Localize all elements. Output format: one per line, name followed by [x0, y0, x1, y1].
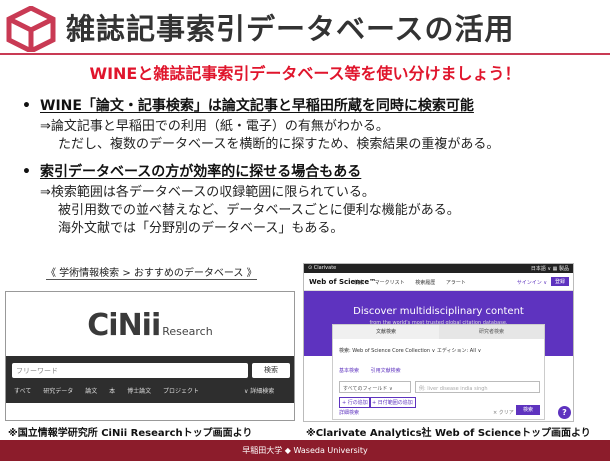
web-of-science-screenshot: ⊙ Clarivate 日本語 ∨ ▦ 製品 Web of Science™ 検…	[303, 263, 574, 422]
wos-search-card: 文献検索 研究者検索 検索: Web of Science Core Colle…	[332, 324, 545, 420]
cinii-tab-articles[interactable]: 論文	[85, 388, 97, 395]
wos-register-button[interactable]: 登録	[550, 277, 569, 286]
wos-advanced-search[interactable]: 詳細検索	[339, 409, 359, 416]
bullet-text: 索引データベースの方が効率的に探せる場合もある	[40, 164, 362, 180]
wos-nav-items: 検索 マークリスト 検索履歴 アラート	[354, 279, 475, 286]
wos-caption: ※Clarivate Analytics社 Web of Scienceトップ画…	[306, 428, 591, 439]
recommended-db-link[interactable]: 《 学術情報検索 > おすすめのデータベース 》	[46, 264, 257, 280]
cinii-search-bar: フリーワード 検索 すべて 研究データ 論文 本 博士論文 プロジェクト ∨ 詳…	[6, 356, 294, 403]
clarivate-logo: ⊙ Clarivate	[308, 265, 337, 271]
waseda-library-logo-icon	[6, 6, 56, 52]
bullet-wine: • WINE「論文・記事検索」は論文記事と早稲田所蔵を同時に検索可能	[22, 95, 474, 115]
cinii-tab-data[interactable]: 研究データ	[43, 388, 73, 395]
wos-search-subtabs: 基本検索 引用文献検索	[339, 367, 411, 374]
wos-add-date-button[interactable]: + 日付範囲の追加	[369, 397, 416, 408]
bullet-dot: •	[22, 164, 31, 180]
wos-subtab-basic[interactable]: 基本検索	[339, 368, 359, 374]
cinii-category-tabs: すべて 研究データ 論文 本 博士論文 プロジェクト	[14, 386, 209, 395]
bullet-wine-line-1: ⇒論文記事と早稲田での利用（紙・電子）の有無がわかる。	[40, 119, 389, 134]
wos-tab-documents[interactable]: 文献検索	[333, 325, 439, 339]
wos-add-row-button[interactable]: + 行の追加	[339, 397, 371, 408]
cinii-caption: ※国立情報学研究所 CiNii Researchトップ画面より	[8, 428, 253, 439]
wos-nav-alerts[interactable]: アラート	[446, 280, 466, 286]
cinii-advanced-search[interactable]: ∨ 詳細検索	[244, 386, 274, 395]
cinii-tab-dissertations[interactable]: 博士論文	[127, 388, 151, 395]
headline: WINEと雑誌記事索引データベース等を使い分けましょう！	[89, 64, 521, 83]
bullet-index-db: • 索引データベースの方が効率的に探せる場合もある	[22, 161, 361, 181]
cinii-tab-all[interactable]: すべて	[14, 388, 31, 395]
bullet-text: WINE「論文・記事検索」は論文記事と早稲田所蔵を同時に検索可能	[40, 98, 474, 114]
wos-signin[interactable]: サインイン ∨	[517, 279, 547, 286]
cinii-tab-books[interactable]: 本	[109, 388, 115, 395]
bullet-wine-line-2: ただし、複数のデータベースを横断的に探すため、検索結果の重複がある。	[58, 137, 500, 152]
wos-hero-title: Discover multidisciplinary content	[353, 306, 524, 317]
cinii-logo: CiNii	[87, 308, 161, 343]
wos-language-products[interactable]: 日本語 ∨ ▦ 製品	[531, 265, 569, 272]
wos-nav-history[interactable]: 検索履歴	[415, 280, 435, 286]
wos-field-select[interactable]: すべてのフィールド ∨	[339, 381, 411, 393]
wos-clear-button[interactable]: × クリア	[493, 409, 514, 416]
wos-nav: Web of Science™ 検索 マークリスト 検索履歴 アラート サインイ…	[304, 273, 573, 291]
slide-title: 雑誌記事索引データベースの活用	[66, 12, 515, 46]
cinii-tab-projects[interactable]: プロジェクト	[163, 388, 199, 395]
cinii-logo-sub: Research	[162, 325, 213, 338]
cinii-search-input[interactable]: フリーワード	[12, 363, 248, 378]
title-divider	[0, 53, 610, 55]
wos-database-select[interactable]: 検索: Web of Science Core Collection ∨ エディ…	[339, 347, 481, 354]
footer: 早稲田大学 ◆ Waseda University	[0, 440, 610, 461]
wos-tab-researchers[interactable]: 研究者検索	[439, 325, 544, 339]
bullet-dot: •	[22, 98, 31, 114]
wos-query-input[interactable]: 例: liver disease india singh	[415, 381, 540, 393]
wos-subtab-cited[interactable]: 引用文献検索	[371, 368, 401, 374]
wos-top-bar: ⊙ Clarivate 日本語 ∨ ▦ 製品	[304, 264, 573, 273]
bullet-index-db-line-3: 海外文献では「分野別のデータベース」もある。	[58, 221, 344, 236]
bullet-index-db-line-1: ⇒検索範囲は各データベースの収録範囲に限られている。	[40, 185, 375, 200]
help-icon[interactable]: ?	[558, 406, 571, 419]
cinii-logo-area: CiNii Research	[6, 292, 294, 356]
wos-nav-marked-list[interactable]: マークリスト	[375, 280, 405, 286]
wos-nav-search[interactable]: 検索	[354, 280, 364, 286]
bullet-index-db-line-2: 被引用数での並べ替えなど、データベースごとに便利な機能がある。	[58, 203, 460, 218]
cinii-search-button[interactable]: 検索	[252, 363, 290, 378]
cinii-research-screenshot: CiNii Research フリーワード 検索 すべて 研究データ 論文 本 博…	[5, 291, 295, 421]
wos-search-button[interactable]: 検索	[516, 405, 540, 415]
